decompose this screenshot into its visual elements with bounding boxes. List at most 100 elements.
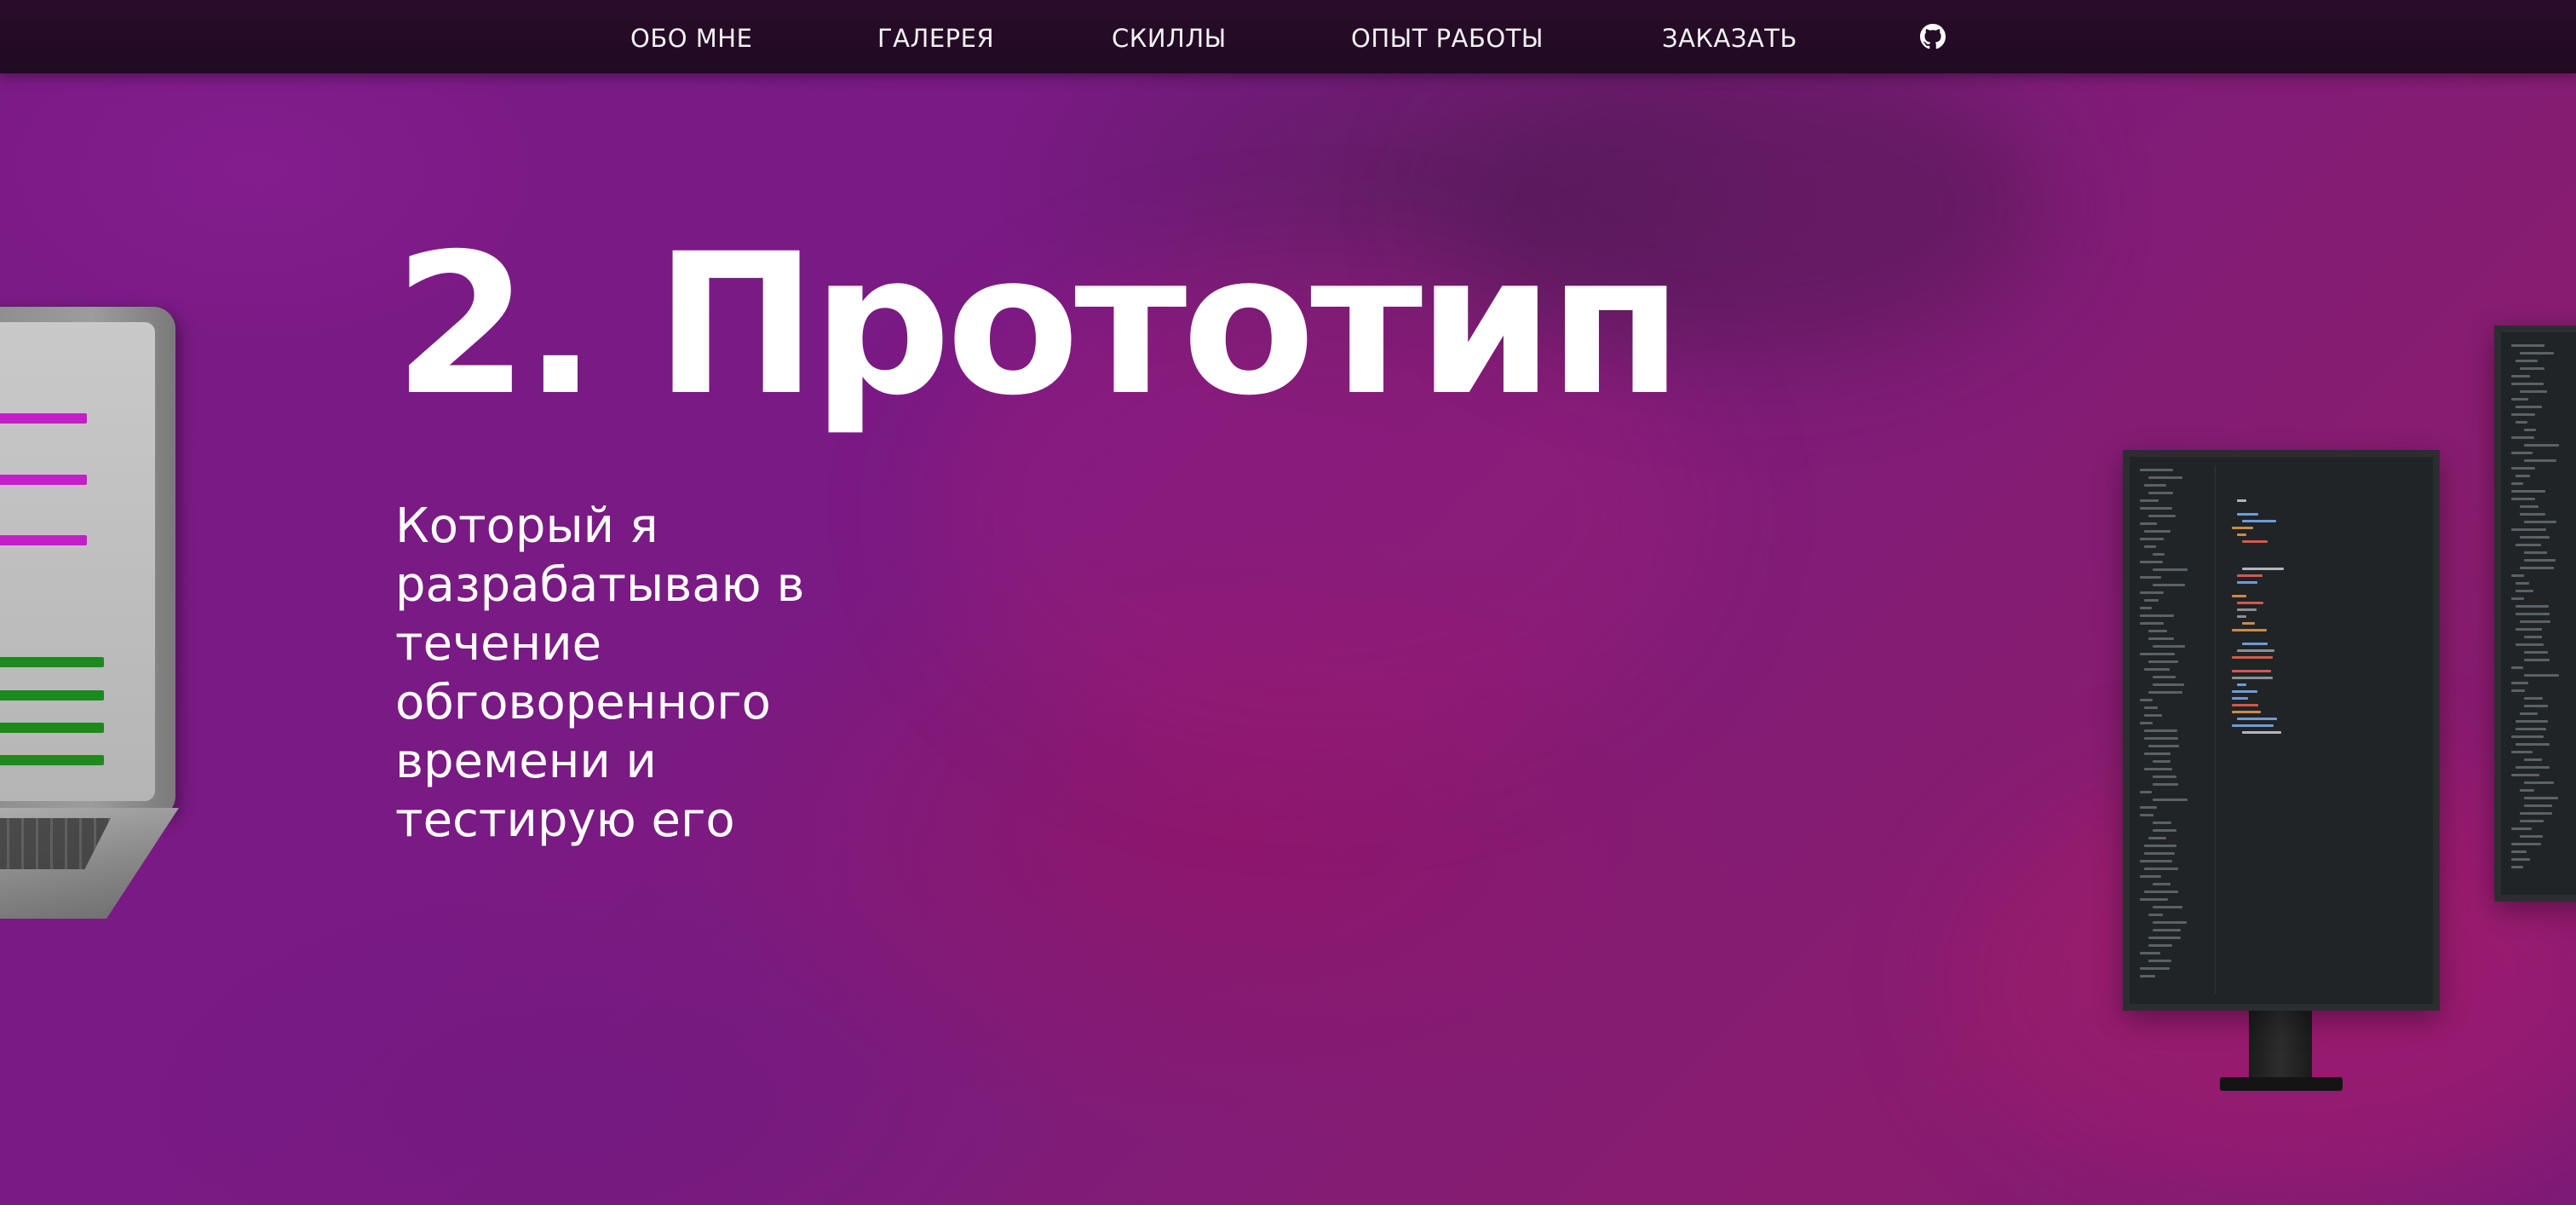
code-line — [2520, 620, 2550, 623]
code-line — [2516, 643, 2544, 646]
monitor-screen — [2501, 332, 2576, 895]
code-line — [2511, 666, 2523, 669]
code-line — [2153, 676, 2176, 678]
code-line — [2524, 429, 2536, 431]
code-line — [2520, 567, 2554, 569]
code-line — [2511, 774, 2539, 776]
code-line — [2232, 704, 2258, 706]
code-line — [2153, 683, 2184, 686]
code-line — [2144, 668, 2170, 671]
code-line — [2232, 677, 2273, 679]
code-line — [2511, 858, 2530, 861]
code-line — [2153, 799, 2188, 801]
code-line — [2140, 952, 2160, 954]
code-line — [2144, 706, 2158, 709]
monitor-screen — [2130, 457, 2433, 1004]
code-line — [2144, 599, 2159, 602]
code-line — [2524, 651, 2548, 654]
code-line — [0, 657, 104, 667]
nav-item-about[interactable]: ОБО МНЕ — [630, 0, 752, 73]
code-line — [2516, 421, 2527, 424]
code-line — [2148, 492, 2173, 494]
code-line — [2511, 498, 2535, 500]
code-line — [2237, 533, 2246, 536]
code-line — [2511, 490, 2545, 493]
code-line — [2140, 499, 2159, 502]
code-line — [2148, 637, 2174, 640]
code-line — [2148, 944, 2172, 947]
nav-item-order[interactable]: ЗАКАЗАТЬ — [1662, 0, 1797, 73]
code-line — [2516, 475, 2530, 477]
code-line — [2520, 812, 2552, 815]
code-line — [2148, 937, 2181, 939]
code-line — [2148, 837, 2166, 839]
code-line — [2144, 845, 2176, 847]
code-line — [2144, 484, 2166, 487]
page-title: 2. Прототип — [394, 210, 1683, 438]
code-line — [2520, 352, 2554, 355]
code-line — [2524, 551, 2547, 554]
code-line — [2153, 929, 2181, 931]
code-line — [2520, 536, 2550, 539]
monitor-illustration — [2123, 450, 2440, 1011]
code-line — [2153, 829, 2176, 832]
code-line — [2524, 521, 2556, 523]
nav-item-skills[interactable]: СКИЛЛЫ — [1112, 0, 1227, 73]
code-line — [2153, 906, 2182, 908]
code-line — [2511, 436, 2534, 439]
code-line — [0, 723, 104, 733]
code-line — [2524, 459, 2556, 462]
code-line — [2140, 722, 2153, 724]
code-line — [2524, 697, 2543, 700]
code-line — [2520, 820, 2544, 822]
nav-item-gallery[interactable]: ГАЛЕРЕЯ — [877, 0, 994, 73]
code-line — [2242, 731, 2281, 734]
code-line — [2144, 530, 2171, 533]
nav-item-experience[interactable]: ОПЫТ РАБОТЫ — [1351, 0, 1544, 73]
code-line — [2140, 967, 2170, 970]
laptop-screen — [0, 322, 155, 801]
code-line — [2237, 608, 2257, 611]
code-line — [2140, 591, 2164, 594]
code-line — [2148, 476, 2182, 479]
code-line — [2237, 581, 2257, 584]
code-line — [2511, 344, 2544, 347]
code-line — [2148, 515, 2176, 517]
code-line — [2524, 444, 2559, 447]
code-line — [2153, 584, 2185, 586]
code-line — [2242, 540, 2268, 543]
code-line — [2148, 745, 2179, 747]
code-line — [2140, 898, 2168, 901]
code-line — [2153, 568, 2188, 571]
code-line — [2144, 714, 2162, 717]
hero-section: ОБО МНЕ ГАЛЕРЕЯ СКИЛЛЫ ОПЫТ РАБОТЫ ЗАКАЗ… — [0, 0, 2576, 1205]
code-line — [2524, 636, 2542, 638]
code-line — [2520, 835, 2543, 838]
code-line — [2140, 538, 2164, 540]
code-line — [2153, 775, 2176, 778]
code-line — [2148, 630, 2167, 632]
github-icon[interactable] — [1920, 24, 1946, 49]
code-line — [2511, 866, 2523, 868]
code-line — [2148, 960, 2171, 962]
code-line — [2144, 868, 2178, 870]
code-line — [2516, 766, 2550, 769]
code-line — [2140, 699, 2153, 701]
code-line — [2511, 689, 2525, 692]
code-line — [2511, 398, 2528, 401]
code-line — [2140, 607, 2152, 609]
code-line — [2140, 561, 2163, 563]
code-line — [2237, 602, 2263, 604]
code-line — [2153, 921, 2187, 924]
code-line — [2524, 559, 2556, 562]
code-line — [2511, 383, 2544, 385]
code-line — [2237, 499, 2246, 502]
code-line — [2520, 390, 2547, 393]
code-line — [2237, 513, 2258, 516]
code-line — [2511, 413, 2535, 416]
code-line — [2232, 670, 2271, 672]
code-line — [2140, 576, 2161, 579]
code-line — [2524, 781, 2554, 784]
code-line — [2524, 705, 2548, 707]
code-line — [2140, 814, 2153, 816]
